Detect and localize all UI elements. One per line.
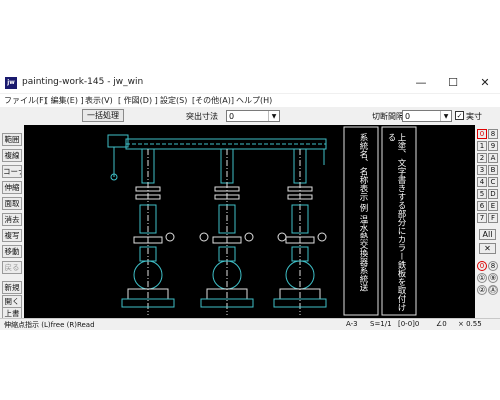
pump-column-3 [273,148,327,315]
menu-edit[interactable]: [ 編集(E) ] [45,95,84,106]
chevron-down-icon: ▼ [268,111,279,121]
layer-group-0-button[interactable]: 0 [477,129,487,139]
status-layer[interactable]: [0-0]0 [398,320,419,328]
status-paper-size[interactable]: A-3 [346,320,358,328]
menu-bar: ファイル(F) [ 編集(E) ] 表示(V) [ 作図(D) ] 設定(S) … [0,94,500,107]
menu-draw[interactable]: [ 作図(D) ] [118,95,158,106]
toolbar: 一括処理 突出寸法 0 ▼ 切断間隔 0 ▼ ✓ 実寸 [0,107,500,125]
header-pipe [107,134,327,181]
minimize-button[interactable]: — [406,73,436,93]
layer-x-button[interactable]: ✕ [479,243,496,254]
protrusion-select[interactable]: 0 ▼ [226,110,280,122]
right-toolbar: 0 8 1 9 2 A 3 B 4 C 5 D 6 E 7 F All ✕ 0 … [475,125,500,318]
tool-range-button[interactable]: 範囲 [2,133,22,146]
layer-d-button[interactable]: D [488,189,498,199]
close-button[interactable]: ✕ [470,73,500,93]
maximize-button[interactable]: ☐ [438,73,468,93]
layer-b-button[interactable]: B [488,165,498,175]
menu-view[interactable]: 表示(V) [85,95,113,106]
pump-column-2 [200,148,254,315]
group-2-button[interactable]: ② [477,285,487,295]
gap-select[interactable]: 0 ▼ [402,110,452,122]
gap-label: 切断間隔 [372,112,404,121]
title-bar: jw painting-work-145 - jw_win — ☐ ✕ [0,73,500,93]
window-title: painting-work-145 - jw_win [22,77,144,87]
layer-all-button[interactable]: All [479,229,496,240]
drawing-canvas[interactable]: 系統名、名称表示 例 温水熱交換器系統送 上塗、文字書きする部分にカラー鉄板を取… [24,125,475,318]
layer-9-button[interactable]: 9 [488,141,498,151]
group-9-button[interactable]: ⑨ [488,273,498,283]
tool-new-button[interactable]: 新規 [2,281,22,294]
group-8-button[interactable]: 8 [488,261,498,271]
group-a-button[interactable]: Ⓐ [488,285,498,295]
layer-a-button[interactable]: A [488,153,498,163]
tool-parallel-button[interactable]: 複線 [2,149,22,162]
layer-group-8-button[interactable]: 8 [488,129,498,139]
menu-other[interactable]: [その他(A)] [192,95,234,106]
layer-3-button[interactable]: 3 [477,165,487,175]
status-scale[interactable]: S=1/1 [370,320,392,328]
tool-copy-button[interactable]: 複写 [2,229,22,242]
gap-value: 0 [405,112,411,121]
tool-stretch-button[interactable]: 伸縮 [2,181,22,194]
tool-erase-button[interactable]: 消去 [2,213,22,226]
layer-5-button[interactable]: 5 [477,189,487,199]
group-0-button[interactable]: 0 [477,261,487,271]
actual-size-checkbox[interactable]: ✓ [455,111,464,120]
status-angle[interactable]: ∠0 [436,320,447,328]
menu-settings[interactable]: 設定(S) [160,95,187,106]
layer-c-button[interactable]: C [488,177,498,187]
actual-size-label: 実寸 [466,112,482,121]
app-window: jw painting-work-145 - jw_win — ☐ ✕ ファイル… [0,73,500,330]
menu-help[interactable]: ヘルプ(H) [236,95,272,106]
group-1-button[interactable]: ① [477,273,487,283]
layer-1-button[interactable]: 1 [477,141,487,151]
pump-column-1 [121,148,175,315]
protrusion-value: 0 [229,112,235,121]
annotation-paint-note: 上塗、文字書きする部分にカラー鉄板を取付ける [386,133,406,312]
status-zoom[interactable]: × 0.55 [458,320,482,328]
layer-2-button[interactable]: 2 [477,153,487,163]
tool-undo-button[interactable]: 戻る [2,261,22,274]
app-icon: jw [5,77,17,89]
chevron-down-icon: ▼ [440,111,451,121]
left-toolbar: 範囲 複線 コーナー 伸縮 面取 消去 複写 移動 戻る 新規 開く 上書 [0,125,24,320]
annotation-system-name: 系統名、名称表示 例 温水熱交換器系統送 [358,133,368,292]
batch-process-button[interactable]: 一括処理 [82,109,124,122]
cad-drawing [107,126,417,316]
layer-4-button[interactable]: 4 [477,177,487,187]
layer-e-button[interactable]: E [488,201,498,211]
tool-move-button[interactable]: 移動 [2,245,22,258]
layer-6-button[interactable]: 6 [477,201,487,211]
tool-corner-button[interactable]: コーナー [2,165,22,178]
protrusion-label: 突出寸法 [186,112,218,121]
menu-file[interactable]: ファイル(F) [4,95,47,106]
tool-chamfer-button[interactable]: 面取 [2,197,22,210]
status-hint: 伸縮点指示 (L)free (R)Read [4,321,95,329]
layer-7-button[interactable]: 7 [477,213,487,223]
status-bar: 伸縮点指示 (L)free (R)Read A-3 S=1/1 [0-0]0 ∠… [0,318,500,330]
layer-f-button[interactable]: F [488,213,498,223]
